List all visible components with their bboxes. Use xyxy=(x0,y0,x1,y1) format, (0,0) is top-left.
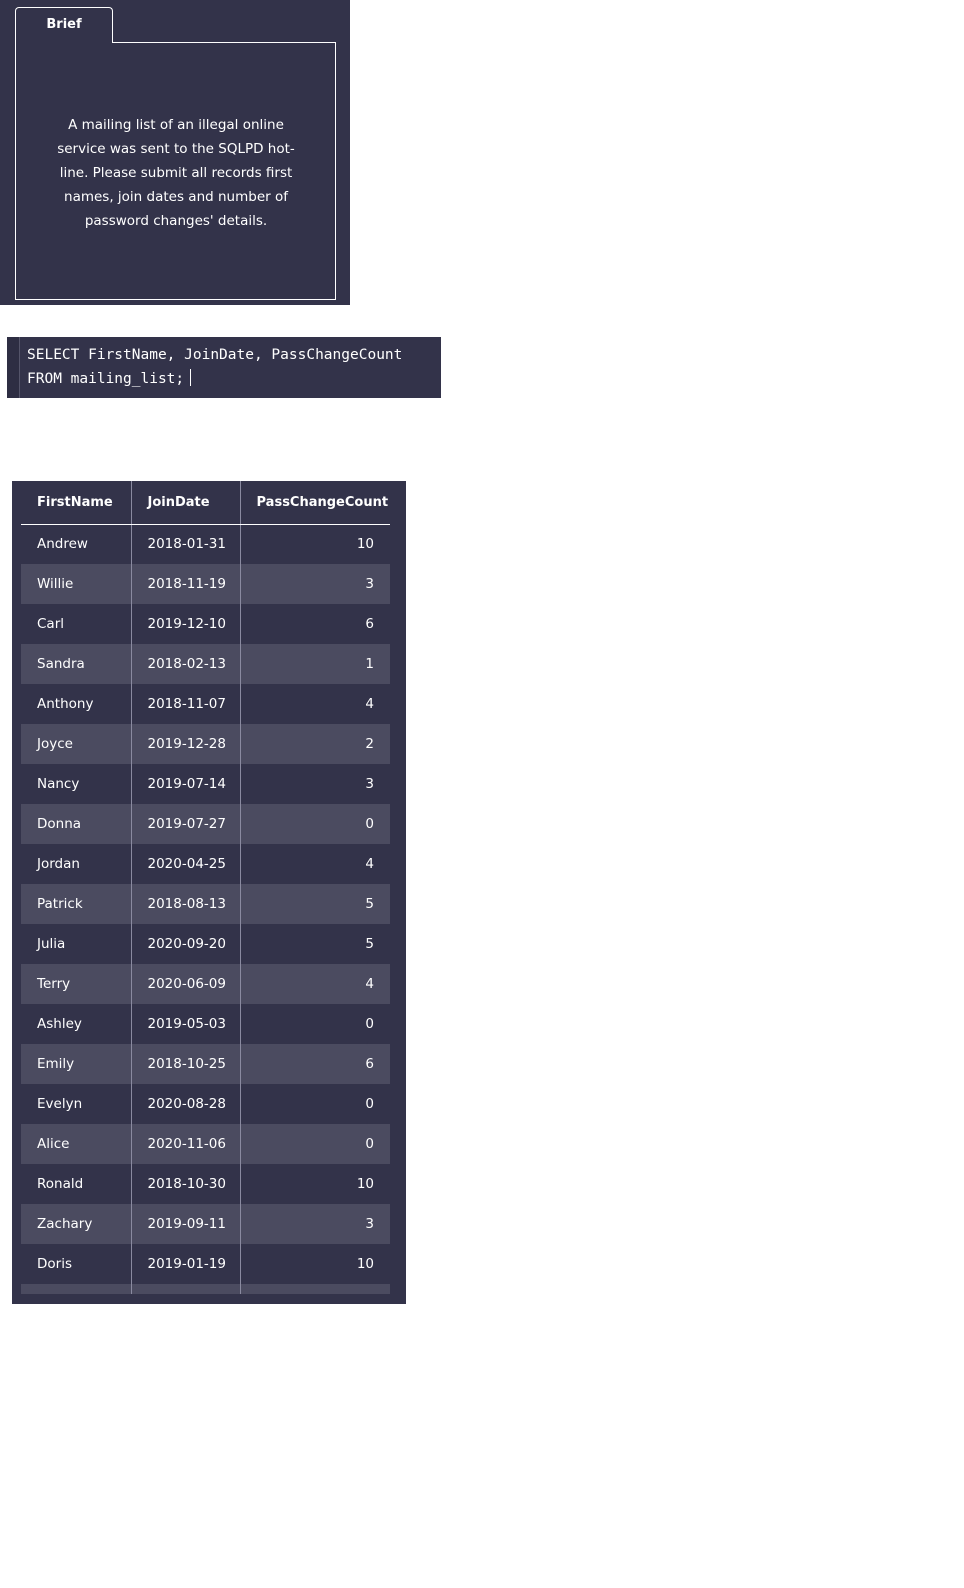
cell-joindate: 2019-12-10 xyxy=(130,604,240,644)
table-row: Sandra 2018-02-13 1 xyxy=(21,644,390,684)
brief-text: A mailing list of an illegal online serv… xyxy=(57,117,295,229)
table-row: Ronald 2018-10-30 10 xyxy=(21,1164,390,1204)
cell-passchangecount: 4 xyxy=(239,684,390,724)
column-header-firstname: FirstName xyxy=(21,481,131,525)
cell-firstname: Joyce xyxy=(21,724,131,764)
table-row: Zachary 2019-09-11 3 xyxy=(21,1204,390,1244)
cell-passchangecount: 3 xyxy=(239,564,390,604)
cell-passchangecount: 0 xyxy=(239,1084,390,1124)
table-row: Willie 2018-11-19 3 xyxy=(21,564,390,604)
table-row-partial xyxy=(21,1284,390,1294)
cell-joindate: 2019-07-27 xyxy=(130,804,240,844)
cell-empty xyxy=(130,1284,240,1294)
cell-firstname: Julia xyxy=(37,936,66,952)
cell-joindate: 2019-12-28 xyxy=(130,724,240,764)
cell-firstname: Alice xyxy=(21,1124,131,1164)
cell-passchangecount: 4 xyxy=(239,844,390,884)
tab-brief[interactable]: Brief xyxy=(15,7,113,43)
table-row: Anthony 2018-11-07 4 xyxy=(21,684,390,724)
cell-firstname: Evelyn xyxy=(37,1096,83,1112)
cell-joindate: 2020-09-20 xyxy=(130,924,240,964)
tab-brief-label: Brief xyxy=(46,17,82,32)
table-row: Emily 2018-10-25 6 xyxy=(21,1044,390,1084)
cell-firstname: Patrick xyxy=(21,884,131,924)
cell-empty xyxy=(239,1284,390,1294)
brief-content-box: A mailing list of an illegal online serv… xyxy=(15,42,336,300)
table-body: Andrew 2018-01-31 10 Willie 2018-11-19 3 Carl 2… xyxy=(21,524,390,1294)
table-row: Doris 2019-01-19 10 xyxy=(21,1244,390,1284)
cell-passchangecount: 10 xyxy=(239,1164,390,1204)
cell-empty xyxy=(21,1284,131,1294)
cell-passchangecount: 0 xyxy=(239,804,390,844)
cell-joindate: 2019-09-11 xyxy=(130,1204,240,1244)
column-header-passchangecount: PassChangeCount xyxy=(239,481,390,525)
cell-firstname: Jordan xyxy=(37,856,80,872)
cell-passchangecount: 5 xyxy=(239,924,390,964)
cell-firstname: Terry xyxy=(21,964,131,1004)
column-header-joindate: JoinDate xyxy=(130,481,240,525)
cell-joindate: 2018-01-31 xyxy=(130,524,240,564)
sql-code[interactable]: SELECT FirstName, JoinDate, PassChangeCo… xyxy=(27,343,402,391)
cell-passchangecount: 1 xyxy=(239,644,390,684)
table-row: Nancy 2019-07-14 3 xyxy=(21,764,390,804)
cell-firstname: Carl xyxy=(37,616,64,632)
cell-firstname: Andrew xyxy=(37,536,88,553)
cell-passchangecount: 2 xyxy=(239,724,390,764)
table-row: Evelyn 2020-08-28 0 xyxy=(21,1084,390,1124)
cell-joindate: 2018-08-13 xyxy=(130,884,240,924)
table-row: Joyce 2019-12-28 2 xyxy=(21,724,390,764)
cell-joindate: 2019-05-03 xyxy=(130,1004,240,1044)
sql-line-2: FROM mailing_list; xyxy=(27,371,185,387)
cell-passchangecount: 3 xyxy=(239,764,390,804)
cell-passchangecount: 3 xyxy=(239,1204,390,1244)
table-row: Patrick 2018-08-13 5 xyxy=(21,884,390,924)
cell-passchangecount: 5 xyxy=(239,884,390,924)
cell-joindate: 2019-01-19 xyxy=(130,1244,240,1284)
cell-firstname: Nancy xyxy=(37,776,80,792)
cell-joindate: 2018-11-07 xyxy=(130,684,240,724)
cell-joindate: 2020-04-25 xyxy=(130,844,240,884)
brief-panel: Brief A mailing list of an illegal onlin… xyxy=(0,0,350,305)
cell-firstname: Doris xyxy=(37,1256,72,1272)
cell-passchangecount: 6 xyxy=(239,604,390,644)
sql-line-1: SELECT FirstName, JoinDate, PassChangeCo… xyxy=(27,347,403,363)
table-row: Ashley 2019-05-03 0 xyxy=(21,1004,390,1044)
results-table: FirstName JoinDate PassChangeCount Andre… xyxy=(21,481,390,1294)
cell-firstname: Willie xyxy=(21,564,131,604)
cell-passchangecount: 0 xyxy=(239,1124,390,1164)
cell-firstname: Emily xyxy=(21,1044,131,1084)
table-row: Alice 2020-11-06 0 xyxy=(21,1124,390,1164)
table-row: Julia 2020-09-20 5 xyxy=(21,924,390,964)
cell-firstname: Ronald xyxy=(37,1176,84,1192)
cell-joindate: 2020-06-09 xyxy=(130,964,240,1004)
results-panel: FirstName JoinDate PassChangeCount Andre… xyxy=(12,481,406,1304)
sql-editor[interactable]: SELECT FirstName, JoinDate, PassChangeCo… xyxy=(7,337,441,398)
cell-firstname: Ashley xyxy=(37,1016,82,1032)
table-header-row: FirstName JoinDate PassChangeCount xyxy=(21,481,390,525)
cell-joindate: 2020-11-06 xyxy=(130,1124,240,1164)
cell-firstname: Sandra xyxy=(21,644,131,684)
text-caret xyxy=(190,369,192,386)
cell-firstname: Donna xyxy=(21,804,131,844)
cell-passchangecount: 0 xyxy=(239,1004,390,1044)
cell-joindate: 2020-08-28 xyxy=(130,1084,240,1124)
table-row: Terry 2020-06-09 4 xyxy=(21,964,390,1004)
editor-gutter xyxy=(19,337,20,398)
table-row: Donna 2019-07-27 0 xyxy=(21,804,390,844)
cell-joindate: 2018-11-19 xyxy=(130,564,240,604)
cell-joindate: 2018-02-13 xyxy=(130,644,240,684)
cell-passchangecount: 10 xyxy=(239,1244,390,1284)
cell-joindate: 2018-10-25 xyxy=(130,1044,240,1084)
cell-firstname: Zachary xyxy=(21,1204,131,1244)
cell-passchangecount: 6 xyxy=(239,1044,390,1084)
cell-firstname: Anthony xyxy=(37,696,94,712)
table-row: Andrew 2018-01-31 10 xyxy=(21,524,390,564)
cell-joindate: 2019-07-14 xyxy=(130,764,240,804)
table-row: Jordan 2020-04-25 4 xyxy=(21,844,390,884)
table-row: Carl 2019-12-10 6 xyxy=(21,604,390,644)
cell-passchangecount: 4 xyxy=(239,964,390,1004)
cell-passchangecount: 10 xyxy=(239,524,390,564)
cell-joindate: 2018-10-30 xyxy=(130,1164,240,1204)
